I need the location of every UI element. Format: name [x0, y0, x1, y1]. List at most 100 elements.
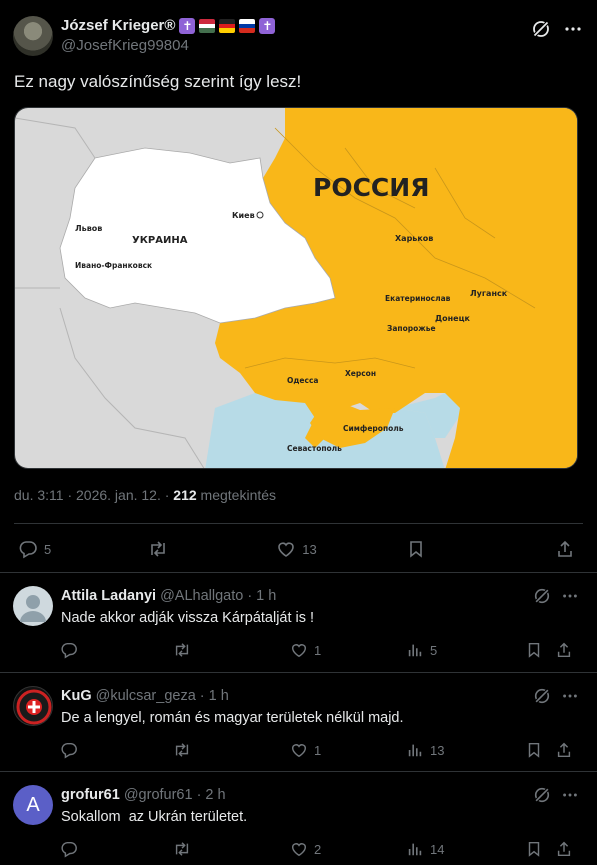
- repost-button[interactable]: [172, 840, 290, 858]
- more-options-icon[interactable]: [563, 19, 583, 39]
- grok-icon[interactable]: [533, 587, 551, 605]
- flag-russia: [239, 18, 256, 33]
- reply-item[interactable]: A grofur61 @grofur61 · 2 h Sokallom az U…: [0, 772, 597, 865]
- avatar[interactable]: [13, 586, 53, 626]
- like-button[interactable]: 13: [276, 539, 317, 559]
- reply-button[interactable]: [60, 840, 172, 858]
- like-count: 1: [314, 742, 322, 758]
- reply-author-name[interactable]: Attila Ladanyi: [61, 588, 156, 604]
- repost-icon: [175, 643, 189, 657]
- map-label-russia: РОССИЯ: [313, 173, 429, 202]
- latin-cross-icon: ✝: [179, 17, 196, 34]
- reply-actions: 1 5: [60, 640, 579, 660]
- reply-button[interactable]: 5: [18, 539, 58, 559]
- map-label-odessa: Одесса: [287, 376, 318, 385]
- more-options-icon[interactable]: [561, 687, 579, 705]
- repost-button[interactable]: [172, 641, 290, 659]
- reply-author-handle[interactable]: @kulcsar_geza: [96, 688, 196, 704]
- map-label-donetsk: Донецк: [435, 314, 471, 323]
- like-count: 13: [302, 541, 317, 557]
- reply-item[interactable]: KuG @kulcsar_geza · 1 h De a lengyel, ro…: [0, 673, 597, 771]
- post-header: József Krieger® ✝ ✝ @JosefKrieg99804: [13, 14, 583, 58]
- reply-button[interactable]: [60, 641, 172, 659]
- flag-germany: [219, 18, 236, 33]
- map-label-lvov: Львов: [75, 224, 102, 233]
- more-options-icon[interactable]: [561, 587, 579, 605]
- map-label-ekaterinoslav: Екатеринослав: [385, 294, 451, 303]
- reply-count: 5: [44, 541, 52, 557]
- post-text: Ez nagy valószínűség szerint így lesz!: [14, 72, 302, 91]
- heart-icon: [291, 744, 307, 758]
- more-options-icon[interactable]: [561, 786, 579, 804]
- share-button[interactable]: [555, 741, 573, 759]
- reply-header: Attila Ladanyi @ALhallgato · 1 h: [61, 588, 276, 604]
- bookmark-icon: [528, 841, 540, 857]
- avatar[interactable]: [13, 686, 53, 726]
- map-label-simferopol: Симферополь: [343, 424, 404, 433]
- author-name-line[interactable]: József Krieger® ✝ ✝: [61, 17, 276, 34]
- like-button[interactable]: 1: [290, 741, 406, 759]
- reply-actions: 2 14: [60, 839, 579, 859]
- reply-actions: 1 13: [60, 740, 579, 760]
- views-button[interactable]: 14: [406, 840, 525, 858]
- bookmark-button[interactable]: [406, 539, 446, 559]
- share-button[interactable]: [535, 539, 575, 559]
- post-timestamp[interactable]: du. 3:11 · 2026. jan. 12. ·: [14, 487, 169, 503]
- heart-icon: [291, 644, 307, 658]
- bookmark-button[interactable]: [525, 641, 555, 659]
- share-button[interactable]: [555, 840, 573, 858]
- views-count: 14: [430, 841, 445, 857]
- map-label-kiev: Киев: [232, 211, 255, 220]
- author-handle[interactable]: @JosefKrieg99804: [61, 37, 189, 54]
- reply-icon: [61, 742, 77, 759]
- post-image-map[interactable]: РОССИЯ УКРАИНА Киев Львов Ивано-Франковс…: [14, 107, 578, 469]
- reply-text: De a lengyel, román és magyar területek …: [61, 710, 404, 726]
- share-icon: [557, 841, 571, 857]
- views-button[interactable]: 13: [406, 741, 525, 759]
- views-count: 13: [430, 742, 445, 758]
- avatar[interactable]: A: [13, 785, 53, 825]
- reply-author-name[interactable]: KuG: [61, 688, 92, 704]
- author-avatar[interactable]: [13, 16, 53, 56]
- views-count: 5: [430, 642, 438, 658]
- post-meta: du. 3:11 · 2026. jan. 12. · 212 megtekin…: [14, 487, 276, 503]
- reply-button[interactable]: [60, 741, 172, 759]
- reply-header: grofur61 @grofur61 · 2 h: [61, 787, 226, 803]
- reply-author-handle[interactable]: @ALhallgato: [160, 588, 243, 604]
- grok-icon[interactable]: [531, 19, 551, 39]
- like-button[interactable]: 2: [290, 840, 406, 858]
- share-button[interactable]: [555, 641, 573, 659]
- reply-time[interactable]: · 1 h: [247, 588, 276, 604]
- repost-button[interactable]: [172, 741, 290, 759]
- reply-author-name[interactable]: grofur61: [61, 787, 120, 803]
- views-button[interactable]: 5: [406, 641, 525, 659]
- share-icon: [557, 742, 571, 758]
- bookmark-icon: [528, 642, 540, 658]
- repost-icon: [175, 842, 189, 856]
- share-icon: [558, 540, 572, 557]
- reply-time[interactable]: · 1 h: [200, 688, 229, 704]
- repost-button[interactable]: [147, 539, 187, 559]
- reply-icon: [61, 841, 77, 858]
- grok-icon[interactable]: [533, 786, 551, 804]
- bookmark-button[interactable]: [525, 840, 555, 858]
- heart-icon: [291, 843, 307, 857]
- views-icon: [408, 843, 422, 856]
- reply-time[interactable]: · 2 h: [197, 787, 226, 803]
- like-count: 1: [314, 642, 322, 658]
- reply-icon: [61, 642, 77, 659]
- author-name[interactable]: József Krieger®: [61, 17, 175, 34]
- divider: [14, 523, 583, 524]
- like-button[interactable]: 1: [290, 641, 406, 659]
- reply-item[interactable]: Attila Ladanyi @ALhallgato · 1 h Nade ak…: [0, 573, 597, 671]
- views-label: megtekintés: [200, 487, 277, 503]
- repost-icon: [175, 743, 189, 757]
- reply-author-handle[interactable]: @grofur61: [124, 787, 193, 803]
- reply-icon: [19, 541, 37, 559]
- grok-icon[interactable]: [533, 687, 551, 705]
- bookmark-button[interactable]: [525, 741, 555, 759]
- map-label-ukraine: УКРАИНА: [132, 235, 188, 246]
- bookmark-icon: [528, 742, 540, 758]
- map-label-zaporozhye: Запорожье: [387, 324, 436, 333]
- like-count: 2: [314, 841, 322, 857]
